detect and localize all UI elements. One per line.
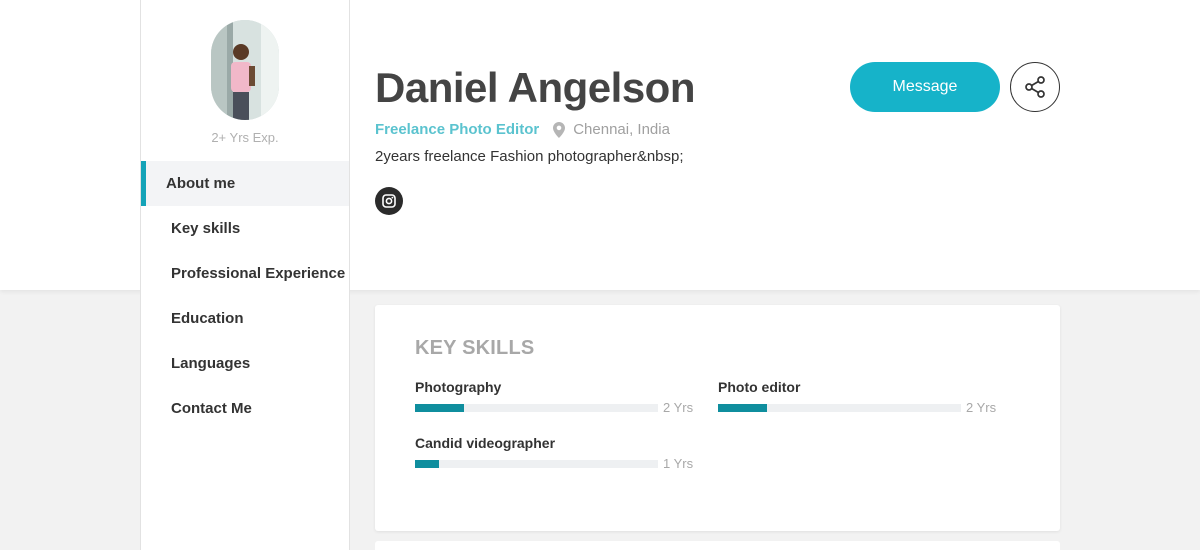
profile-name: Daniel Angelson (375, 64, 696, 111)
location-pin-icon (553, 121, 566, 138)
sidebar-item-education[interactable]: Education (141, 296, 349, 341)
skill-bar-fill (415, 403, 464, 412)
profile-meta: Freelance Photo Editor Chennai, India (375, 121, 670, 138)
skill-bar (718, 403, 961, 412)
skill-bar-fill (718, 403, 767, 412)
avatar (211, 20, 279, 120)
sidebar-nav: About me Key skills Professional Experie… (141, 161, 349, 431)
skill-item: Photography 2 Yrs (415, 379, 695, 415)
profile-bio: 2years freelance Fashion photographer&nb… (375, 148, 684, 165)
next-section-card (375, 541, 1060, 550)
sidebar-item-about-me[interactable]: About me (141, 161, 349, 206)
experience-label: 2+ Yrs Exp. (211, 130, 279, 145)
skill-years: 1 Yrs (663, 456, 694, 471)
skill-name: Candid videographer (415, 435, 556, 451)
skill-years: 2 Yrs (663, 400, 694, 415)
skill-bar (415, 403, 658, 412)
skill-name: Photography (415, 379, 502, 395)
skill-years: 2 Yrs (966, 400, 997, 415)
message-button[interactable]: Message (850, 62, 1000, 112)
profile-role: Freelance Photo Editor (375, 121, 540, 138)
sidebar-item-languages[interactable]: Languages (141, 341, 349, 386)
skill-bar-fill (415, 459, 440, 468)
skill-name: Photo editor (718, 379, 801, 395)
key-skills-card: KEY SKILLS Photography 2 Yrs Photo edito… (375, 305, 1060, 531)
skill-item: Candid videographer 1 Yrs (415, 435, 695, 471)
skill-bar (415, 459, 658, 468)
skill-item: Photo editor 2 Yrs (718, 379, 998, 415)
sidebar: 2+ Yrs Exp. About me Key skills Professi… (140, 0, 350, 550)
key-skills-title: KEY SKILLS (415, 337, 535, 359)
share-icon (1025, 76, 1045, 98)
sidebar-item-professional-experience[interactable]: Professional Experience (141, 251, 349, 296)
instagram-icon[interactable] (375, 187, 403, 215)
profile-location: Chennai, India (573, 121, 670, 138)
share-button[interactable] (1010, 62, 1060, 112)
sidebar-item-key-skills[interactable]: Key skills (141, 206, 349, 251)
sidebar-item-contact-me[interactable]: Contact Me (141, 386, 349, 431)
profile-page: 2+ Yrs Exp. About me Key skills Professi… (0, 0, 1200, 550)
